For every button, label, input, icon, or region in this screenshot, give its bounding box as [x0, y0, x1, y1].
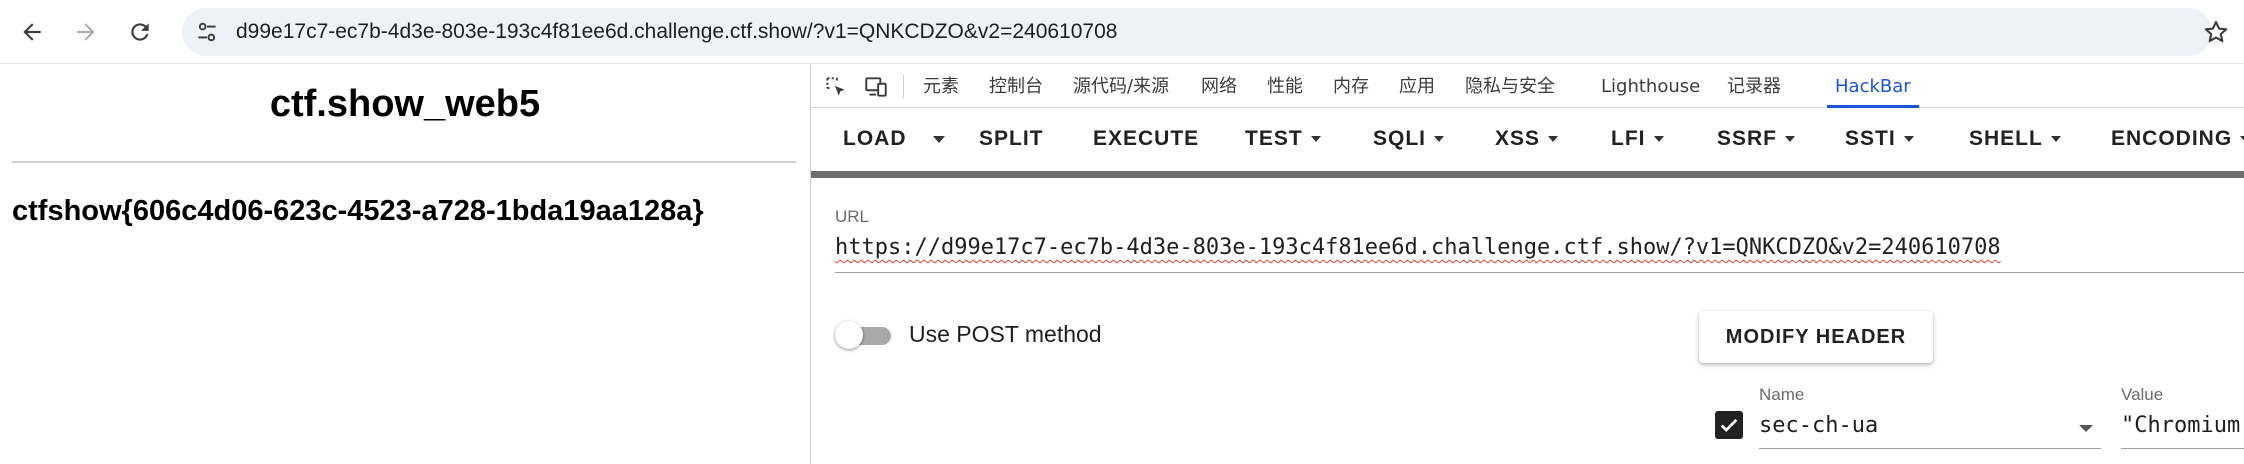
chevron-down-icon — [1310, 136, 1321, 143]
device-toolbar-icon[interactable] — [863, 74, 889, 100]
header-value-label: Value — [2121, 385, 2164, 404]
devtools-panel: 元素 控制台 源代码/来源 网络 性能 内存 应用 隐私与安全 Lighthou… — [810, 65, 2244, 464]
address-bar[interactable]: d99e17c7-ec7b-4d3e-803e-193c4f81ee6d.cha… — [182, 8, 2212, 56]
toolbar-separator — [903, 75, 904, 99]
ssrf-menu-label: SSRF — [1717, 127, 1778, 150]
tab-console[interactable]: 控制台 — [989, 65, 1043, 108]
test-menu[interactable]: TEST — [1245, 109, 1321, 169]
tune-icon[interactable] — [194, 19, 220, 45]
tab-application[interactable]: 应用 — [1399, 65, 1435, 108]
header-value-input[interactable]: "Chromium — [2121, 405, 2244, 449]
sqli-menu-label: SQLI — [1373, 127, 1427, 150]
xss-menu-label: XSS — [1495, 127, 1541, 150]
ssti-menu-label: SSTI — [1845, 127, 1896, 150]
toggle-knob — [835, 321, 863, 349]
inspect-element-icon[interactable] — [823, 74, 849, 100]
browser-toolbar: d99e17c7-ec7b-4d3e-803e-193c4f81ee6d.cha… — [0, 0, 2244, 64]
lfi-menu[interactable]: LFI — [1611, 109, 1664, 169]
split-button[interactable]: SPLIT — [979, 109, 1044, 169]
flag-text: ctfshow{606c4d06-623c-4523-a728-1bda19aa… — [12, 195, 704, 227]
star-icon[interactable] — [2202, 18, 2230, 46]
load-dropdown-icon[interactable] — [933, 136, 945, 143]
execute-button[interactable]: EXECUTE — [1093, 109, 1199, 169]
chevron-down-icon — [2050, 136, 2061, 143]
tab-performance[interactable]: 性能 — [1267, 65, 1303, 108]
hackbar-menu: LOAD SPLIT EXECUTE TEST SQLI XSS LFI SSR… — [811, 109, 2244, 169]
tab-hackbar[interactable]: HackBar — [1827, 65, 1919, 108]
tab-privacy-security[interactable]: 隐私与安全 — [1465, 65, 1555, 108]
shell-menu-label: SHELL — [1969, 127, 2043, 150]
page-title: ctf.show_web5 — [269, 83, 541, 125]
modify-header-button[interactable]: MODIFY HEADER — [1699, 311, 1933, 363]
forward-arrow-icon[interactable] — [66, 12, 106, 52]
chevron-down-icon[interactable] — [2079, 425, 2093, 432]
encoding-menu[interactable]: ENCODING — [2111, 109, 2244, 169]
sqli-menu[interactable]: SQLI — [1373, 109, 1445, 169]
tab-recorder[interactable]: 记录器 — [1727, 65, 1781, 108]
check-icon — [1720, 418, 1738, 432]
url-textarea[interactable]: https://d99e17c7-ec7b-4d3e-803e-193c4f81… — [835, 233, 2244, 273]
post-method-label: Use POST method — [909, 321, 1102, 347]
test-menu-label: TEST — [1245, 127, 1303, 150]
tab-lighthouse[interactable]: Lighthouse — [1601, 65, 1700, 108]
header-name-select[interactable]: sec-ch-ua — [1759, 405, 2101, 449]
tab-elements[interactable]: 元素 — [923, 65, 959, 108]
header-name-label: Name — [1759, 385, 1805, 404]
load-button[interactable]: LOAD — [843, 109, 907, 169]
chevron-down-icon — [1903, 136, 1914, 143]
lfi-menu-label: LFI — [1611, 127, 1646, 150]
chevron-down-icon — [1434, 136, 1445, 143]
devtools-tabbar: 元素 控制台 源代码/来源 网络 性能 内存 应用 隐私与安全 Lighthou… — [811, 65, 2244, 108]
header-value-text: "Chromium — [2121, 413, 2241, 438]
chevron-down-icon — [1785, 136, 1796, 143]
address-bar-url[interactable]: d99e17c7-ec7b-4d3e-803e-193c4f81ee6d.cha… — [236, 8, 1117, 56]
ssrf-menu[interactable]: SSRF — [1717, 109, 1796, 169]
tab-sources[interactable]: 源代码/来源 — [1073, 65, 1169, 108]
tab-memory[interactable]: 内存 — [1333, 65, 1369, 108]
hackbar-progress-bar — [811, 171, 2244, 178]
chevron-down-icon — [1548, 136, 1559, 143]
url-value[interactable]: https://d99e17c7-ec7b-4d3e-803e-193c4f81… — [835, 235, 2001, 260]
chevron-down-icon — [2240, 136, 2244, 143]
encoding-menu-label: ENCODING — [2111, 127, 2233, 150]
reload-icon[interactable] — [120, 12, 160, 52]
chevron-down-icon — [1653, 136, 1664, 143]
ssti-menu[interactable]: SSTI — [1845, 109, 1914, 169]
xss-menu[interactable]: XSS — [1495, 109, 1559, 169]
back-arrow-icon[interactable] — [12, 12, 52, 52]
page-content: ctf.show_web5 ctfshow{606c4d06-623c-4523… — [0, 65, 810, 464]
header-enabled-checkbox[interactable] — [1715, 411, 1743, 439]
divider — [12, 161, 796, 163]
tab-network[interactable]: 网络 — [1201, 65, 1237, 108]
shell-menu[interactable]: SHELL — [1969, 109, 2061, 169]
header-name-value: sec-ch-ua — [1759, 413, 1879, 438]
url-label: URL — [835, 207, 870, 226]
post-method-toggle[interactable] — [835, 319, 891, 351]
